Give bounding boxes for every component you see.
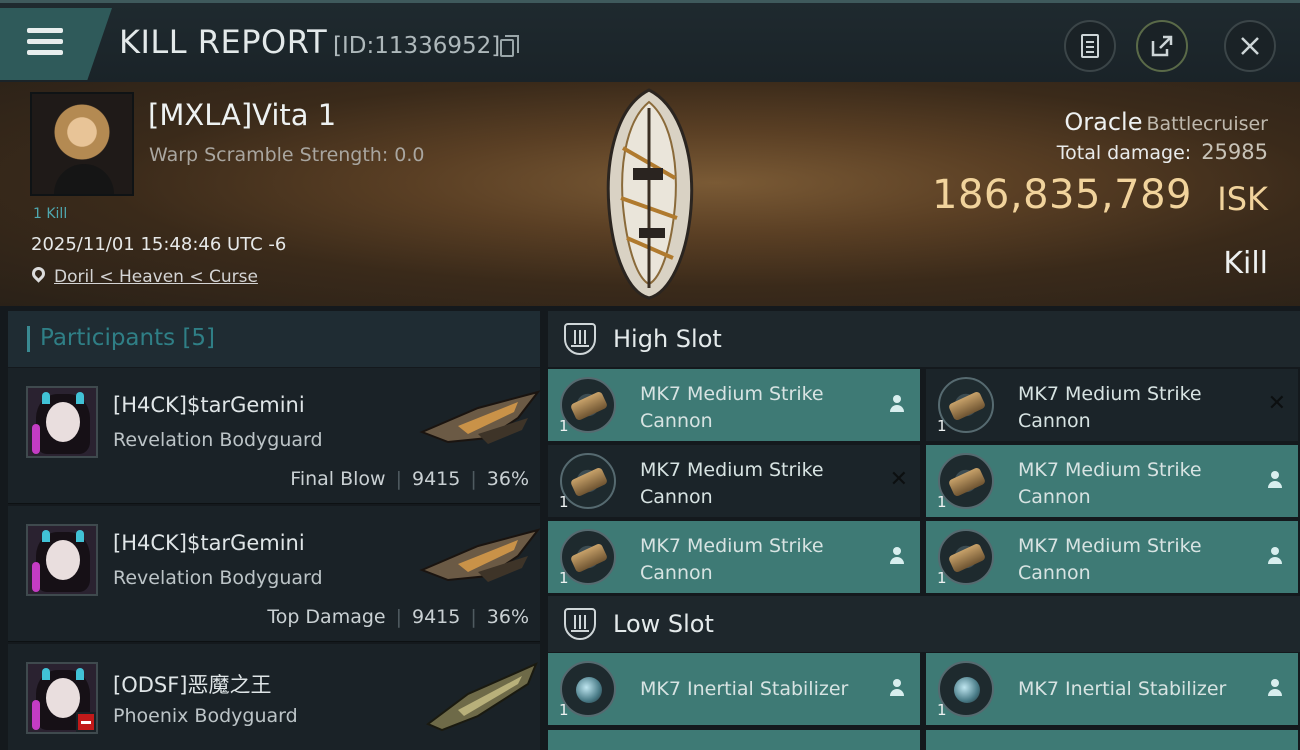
participants-title: Participants [5]: [40, 325, 215, 351]
module-slot[interactable]: 1 MK7 Medium Strike Cannon ✕: [548, 445, 920, 517]
module-slot[interactable]: 1 MK7 Medium Strike Cannon: [548, 369, 920, 441]
x-icon: ✕: [1267, 391, 1286, 416]
section-accent: [27, 326, 30, 352]
participant-ship: Revelation Bodyguard: [113, 567, 323, 589]
user-icon: [1268, 471, 1282, 489]
ship-name: Oracle: [1064, 108, 1143, 136]
clipboard-button[interactable]: [1064, 20, 1116, 72]
page-title: KILL REPORT: [119, 23, 328, 61]
user-icon: [1268, 547, 1282, 565]
user-icon: [890, 679, 904, 697]
participant-row[interactable]: [ODSF]恶魔之王 Phoenix Bodyguard: [8, 644, 540, 750]
module-name: MK7 Medium Strike Cannon: [640, 459, 824, 508]
total-damage-value: 25985: [1201, 140, 1268, 164]
x-icon: ✕: [889, 467, 908, 492]
kill-result-label: Kill: [1223, 246, 1268, 281]
share-button[interactable]: [1136, 20, 1188, 72]
ship-class: Battlecruiser: [1146, 113, 1268, 135]
total-damage: Total damage: 25985: [1057, 140, 1268, 164]
user-icon: [1268, 679, 1282, 697]
status-badge: [76, 712, 96, 732]
low-slot-title: Low Slot: [613, 610, 714, 638]
module-slot[interactable]: [926, 730, 1298, 750]
kill-timestamp: 2025/11/01 15:48:46 UTC -6: [31, 234, 287, 255]
victim-ship[interactable]: Oracle Battlecruiser: [1064, 108, 1268, 136]
participant-ship-image: [426, 662, 538, 732]
victim-avatar[interactable]: [30, 92, 134, 196]
module-slot[interactable]: 1 MK7 Medium Strike Cannon: [548, 521, 920, 593]
participant-row[interactable]: [H4CK]$tarGemini Revelation Bodyguard Fi…: [8, 368, 541, 504]
participant-avatar[interactable]: [26, 386, 98, 458]
participant-name: [H4CK]$tarGemini: [113, 393, 305, 417]
module-slot[interactable]: [548, 730, 920, 750]
module-slot[interactable]: 1 MK7 Medium Strike Cannon: [926, 521, 1298, 593]
module-slot[interactable]: 1 MK7 Inertial Stabilizer: [926, 653, 1298, 725]
module-slot-icon: [564, 608, 596, 640]
participant-ship: Phoenix Bodyguard: [113, 705, 298, 727]
module-slot-icon: [564, 323, 596, 355]
kill-count: 1 Kill: [33, 206, 68, 222]
module-quantity: 1: [937, 493, 947, 511]
participant-role: Final Blow: [290, 468, 386, 490]
close-button[interactable]: [1224, 20, 1276, 72]
participant-percent: 36%: [486, 606, 529, 628]
participant-name: [H4CK]$tarGemini: [113, 531, 305, 555]
close-icon: [1241, 37, 1259, 55]
participants-header: Participants [5]: [8, 311, 540, 367]
module-quantity: 1: [937, 701, 947, 719]
share-icon: [1151, 35, 1173, 57]
module-quantity: 1: [559, 417, 569, 435]
victim-name[interactable]: [MXLA]Vita 1: [148, 98, 336, 132]
module-name: MK7 Medium Strike Cannon: [640, 383, 824, 432]
module-name: MK7 Medium Strike Cannon: [640, 535, 824, 584]
participant-damage: 9415: [412, 606, 461, 628]
menu-button[interactable]: [0, 8, 112, 80]
isk-unit: ISK: [1217, 180, 1268, 218]
hamburger-menu-icon-bar: [27, 50, 63, 55]
participant-stats: Final Blow | 9415 | 36%: [290, 468, 529, 490]
participant-ship-image: [419, 528, 541, 582]
participant-role: Top Damage: [267, 606, 386, 628]
module-slot[interactable]: 1 MK7 Medium Strike Cannon ✕: [926, 369, 1298, 441]
participant-avatar[interactable]: [26, 662, 98, 734]
module-quantity: 1: [559, 493, 569, 511]
low-slot-header: Low Slot: [548, 596, 1300, 652]
participant-ship: Revelation Bodyguard: [113, 429, 323, 451]
module-name: MK7 Medium Strike Cannon: [1018, 459, 1202, 508]
module-name: MK7 Medium Strike Cannon: [1018, 535, 1202, 584]
copy-icon[interactable]: [500, 35, 519, 57]
module-quantity: 1: [559, 701, 569, 719]
participant-ship-image: [419, 390, 541, 444]
high-slot-title: High Slot: [613, 325, 722, 353]
module-name: MK7 Inertial Stabilizer: [1018, 678, 1227, 700]
module-quantity: 1: [937, 417, 947, 435]
location-link[interactable]: Doril < Heaven < Curse: [54, 267, 258, 287]
participant-row[interactable]: [H4CK]$tarGemini Revelation Bodyguard To…: [8, 506, 541, 642]
high-slot-header: High Slot: [548, 311, 1300, 367]
report-id: [ID:11336952]: [333, 33, 501, 59]
participant-name: [ODSF]恶魔之王: [113, 673, 272, 697]
module-name: MK7 Inertial Stabilizer: [640, 678, 849, 700]
participant-avatar[interactable]: [26, 524, 98, 596]
user-icon: [890, 547, 904, 565]
hamburger-menu-icon-bar: [27, 39, 63, 44]
clipboard-icon: [1081, 34, 1099, 58]
module-quantity: 1: [559, 569, 569, 587]
module-quantity: 1: [937, 569, 947, 587]
module-slot[interactable]: 1 MK7 Medium Strike Cannon: [926, 445, 1298, 517]
user-icon: [890, 395, 904, 413]
participant-damage: 9415: [412, 468, 461, 490]
top-bar: KILL REPORT [ID:11336952]: [0, 0, 1300, 82]
warp-scramble-strength: Warp Scramble Strength: 0.0: [149, 144, 425, 166]
module-slot[interactable]: 1 MK7 Inertial Stabilizer: [548, 653, 920, 725]
total-damage-label: Total damage:: [1056, 142, 1192, 164]
module-name: MK7 Medium Strike Cannon: [1018, 383, 1202, 432]
victim-ship-image: [606, 88, 694, 300]
isk-value: 186,835,789: [932, 172, 1192, 218]
participant-percent: 36%: [486, 468, 529, 490]
hamburger-menu-icon: [27, 28, 63, 33]
participant-stats: Top Damage | 9415 | 36%: [267, 606, 529, 628]
